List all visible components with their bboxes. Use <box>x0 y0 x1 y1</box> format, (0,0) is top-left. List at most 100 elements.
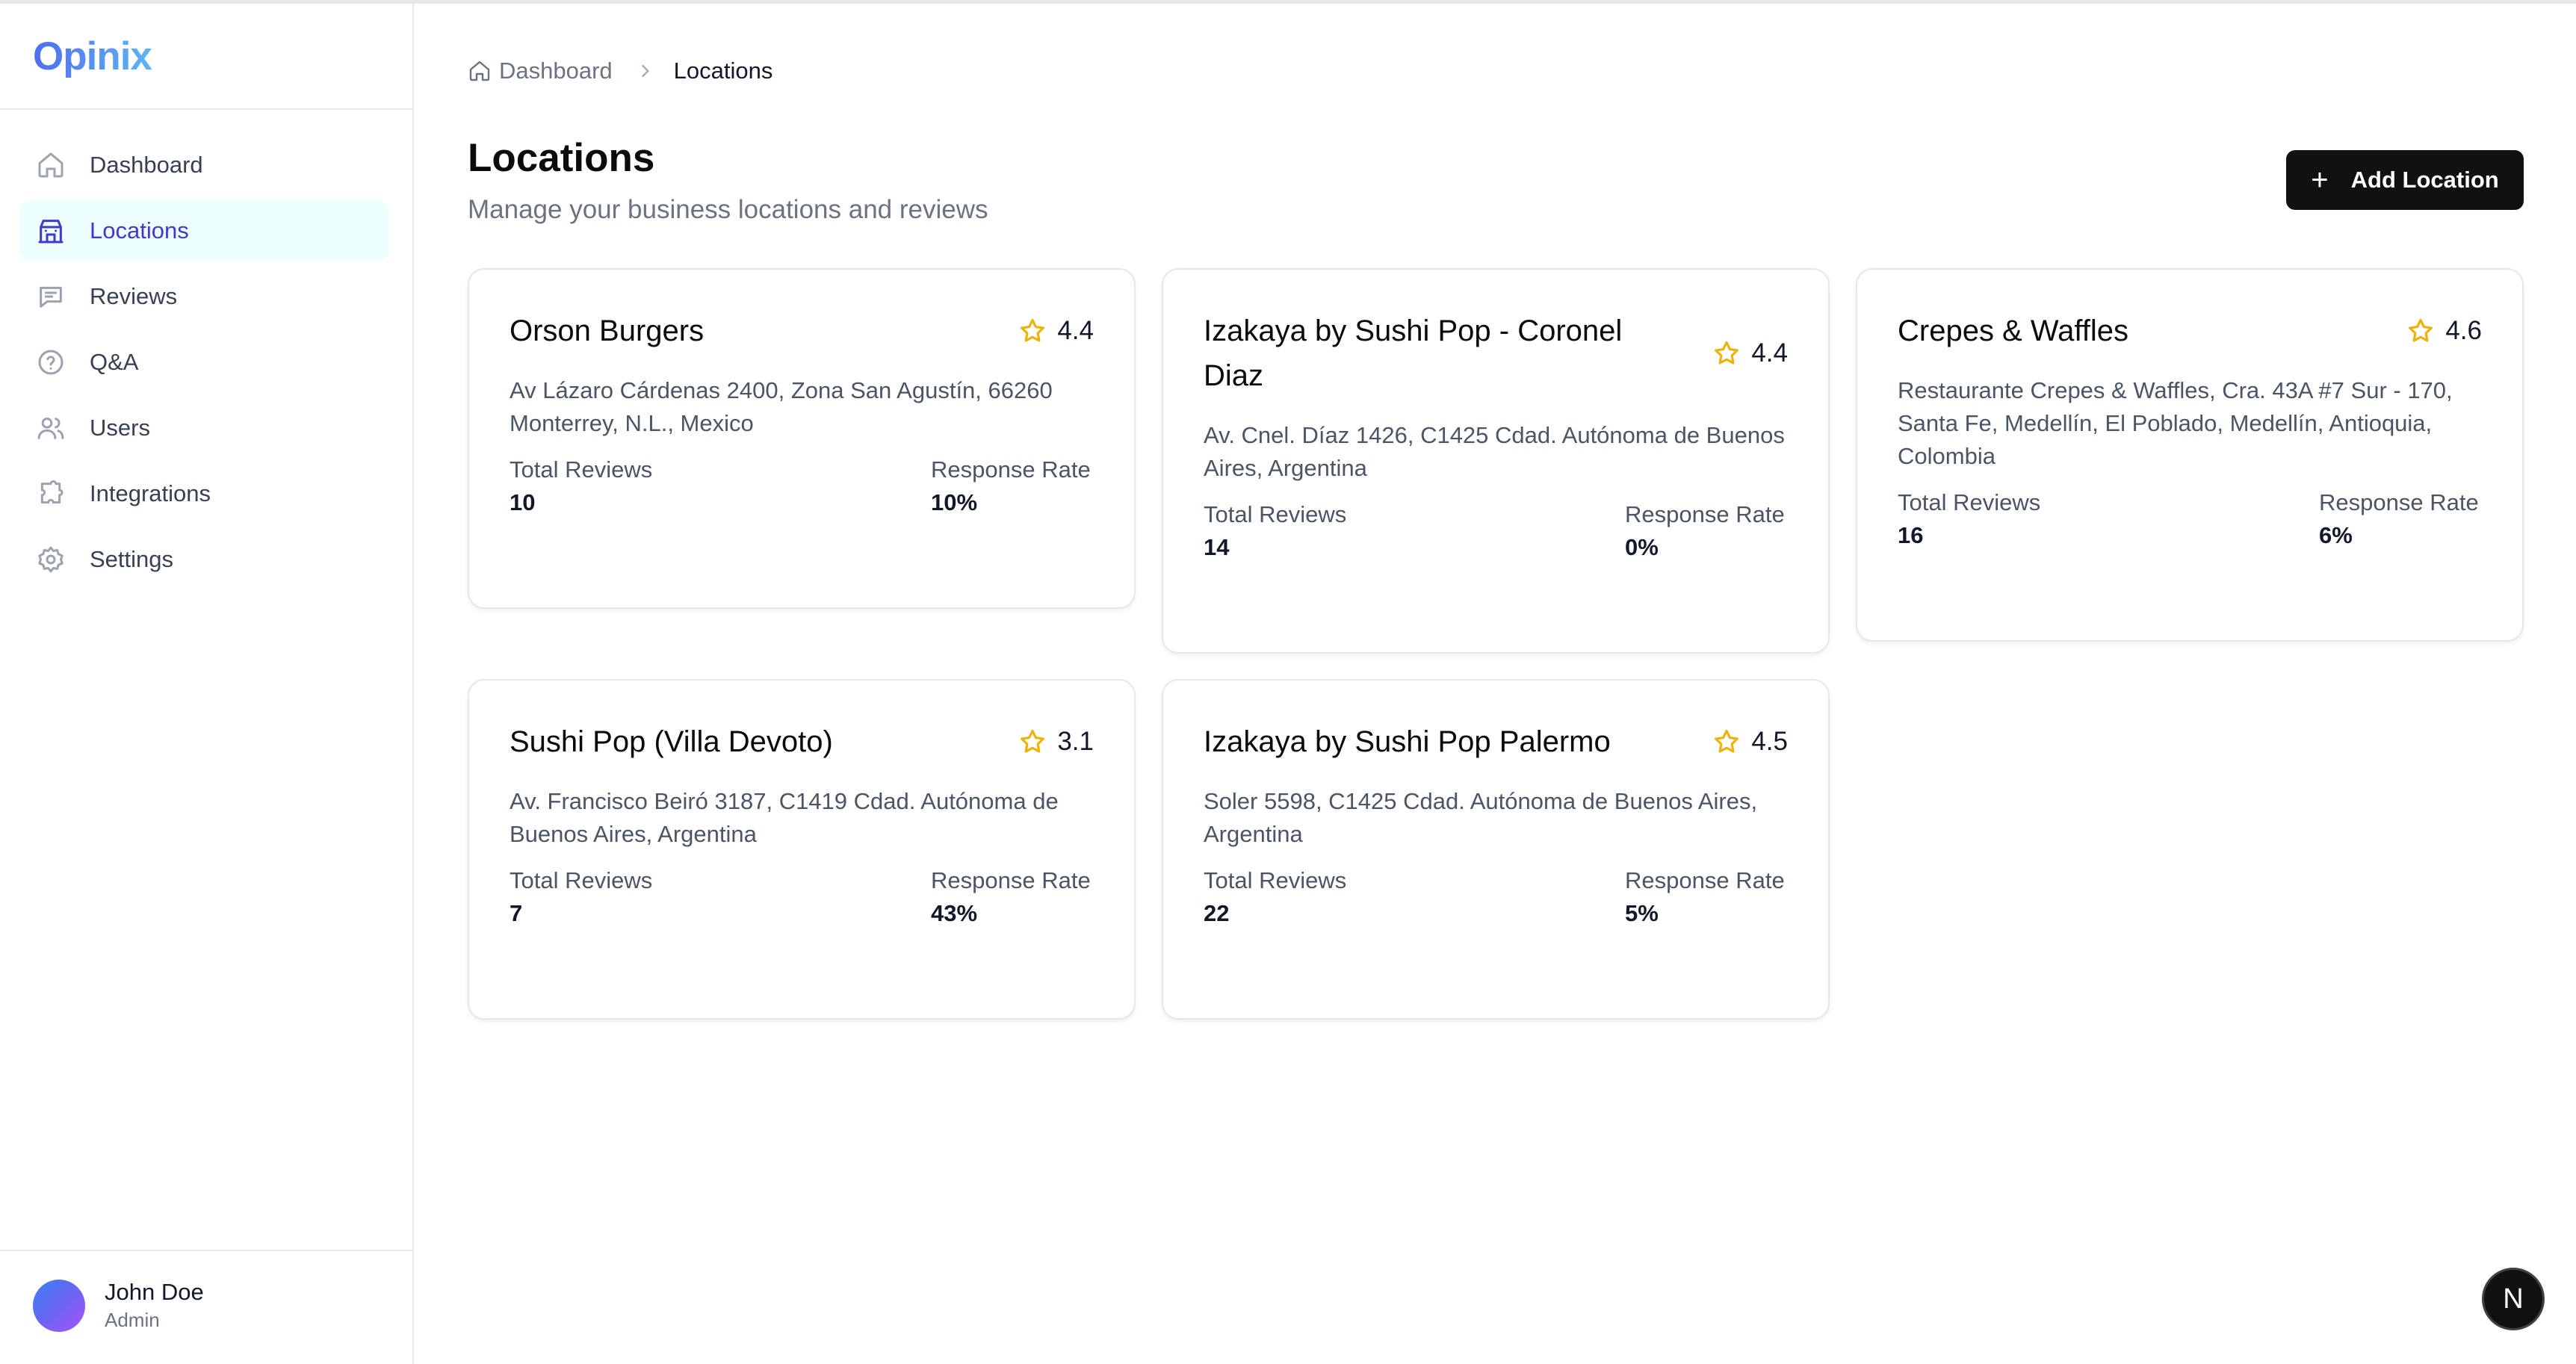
location-address: Av Lázaro Cárdenas 2400, Zona San Agustí… <box>510 377 1053 436</box>
sidebar-divider <box>0 108 412 110</box>
location-rating: 4.4 <box>1018 309 1094 353</box>
location-stats: Total Reviews 16 Response Rate 6% <box>1898 486 2482 552</box>
location-name: Orson Burgers <box>510 314 705 347</box>
location-stats: Total Reviews 7 Response Rate 43% <box>510 864 1094 930</box>
breadcrumb-home-link[interactable]: Dashboard <box>468 58 613 84</box>
star-icon <box>1715 729 1739 753</box>
sidebar-item-label: Locations <box>90 217 189 244</box>
sidebar-item-label: Users <box>90 415 150 441</box>
location-name: Sushi Pop (Villa Devoto) <box>510 725 833 758</box>
app-logo[interactable]: Opinix <box>33 34 152 79</box>
response-rate-label: Response Rate <box>931 867 1091 893</box>
sidebar-item-label: Settings <box>90 546 174 572</box>
location-name: Crepes & Waffles <box>1898 314 2129 347</box>
response-rate-value: 43% <box>931 900 978 926</box>
sidebar-item-settings[interactable]: Settings <box>19 530 388 589</box>
rating-value: 4.5 <box>1751 727 1788 756</box>
sidebar-nav: Dashboard Locations Reviews Q&A Users In… <box>19 135 388 595</box>
response-rate-value: 6% <box>2319 522 2353 548</box>
location-stats: Total Reviews 14 Response Rate 0% <box>1204 498 1788 564</box>
total-reviews-value: 16 <box>1898 522 1924 548</box>
response-rate-value: 10% <box>931 489 978 515</box>
location-rating: 4.4 <box>1712 331 1788 376</box>
sidebar-item-qa[interactable]: Q&A <box>19 332 388 392</box>
sidebar-footer-divider <box>0 1250 412 1251</box>
location-card[interactable]: Izakaya by Sushi Pop Palermo 4.5 Soler 5… <box>1162 679 1830 1020</box>
response-rate-label: Response Rate <box>2319 489 2479 515</box>
sidebar-item-integrations[interactable]: Integrations <box>19 464 388 524</box>
location-card[interactable]: Orson Burgers 4.4 Av Lázaro Cárdenas 240… <box>468 268 1136 609</box>
sidebar-item-reviews[interactable]: Reviews <box>19 267 388 326</box>
response-rate-stat: Response Rate 0% <box>1625 498 1788 564</box>
total-reviews-label: Total Reviews <box>1204 501 1347 527</box>
total-reviews-stat: Total Reviews 14 <box>1204 498 1346 564</box>
main-content: Dashboard Locations Locations Manage you… <box>414 4 2576 1364</box>
sidebar-item-label: Integrations <box>90 480 211 506</box>
response-rate-label: Response Rate <box>931 456 1091 483</box>
sidebar-item-label: Reviews <box>90 283 178 309</box>
location-name: Izakaya by Sushi Pop - Coronel Diaz <box>1204 314 1623 392</box>
location-card[interactable]: Izakaya by Sushi Pop - Coronel Diaz 4.4 … <box>1162 268 1830 654</box>
help-circle-icon <box>36 347 66 377</box>
app-window: Opinix Dashboard Locations Reviews Q&A U… <box>0 0 2576 1364</box>
total-reviews-stat: Total Reviews 22 <box>1204 864 1346 930</box>
location-rating: 4.5 <box>1712 719 1788 764</box>
chevron-right-icon <box>635 61 654 81</box>
location-card[interactable]: Crepes & Waffles 4.6 Restaurante Crepes … <box>1856 268 2524 642</box>
breadcrumb-current: Locations <box>673 58 773 84</box>
user-info: John Doe Admin <box>105 1279 204 1332</box>
response-rate-label: Response Rate <box>1625 501 1785 527</box>
response-rate-stat: Response Rate 10% <box>931 453 1094 519</box>
response-rate-stat: Response Rate 43% <box>931 864 1094 930</box>
dev-tools-badge[interactable]: N <box>2482 1268 2545 1330</box>
gear-icon <box>36 545 66 574</box>
total-reviews-label: Total Reviews <box>510 867 653 893</box>
star-icon <box>1021 729 1045 753</box>
avatar <box>33 1279 85 1332</box>
breadcrumb: Dashboard Locations <box>468 58 773 84</box>
total-reviews-stat: Total Reviews 7 <box>510 864 652 930</box>
page-subtitle: Manage your business locations and revie… <box>468 195 988 224</box>
total-reviews-stat: Total Reviews 16 <box>1898 486 2040 552</box>
rating-value: 4.4 <box>1751 338 1788 368</box>
add-location-label: Add Location <box>2350 167 2499 193</box>
total-reviews-label: Total Reviews <box>510 456 653 483</box>
user-role: Admin <box>105 1309 160 1331</box>
response-rate-value: 5% <box>1625 900 1659 926</box>
location-name: Izakaya by Sushi Pop Palermo <box>1204 725 1611 758</box>
total-reviews-label: Total Reviews <box>1898 489 2041 515</box>
response-rate-stat: Response Rate 5% <box>1625 864 1788 930</box>
location-address: Av. Cnel. Díaz 1426, C1425 Cdad. Autónom… <box>1204 422 1785 481</box>
total-reviews-value: 22 <box>1204 900 1230 926</box>
sidebar-item-users[interactable]: Users <box>19 398 388 458</box>
plus-icon: + <box>2311 164 2329 196</box>
total-reviews-value: 10 <box>510 489 536 515</box>
star-icon <box>1021 318 1045 342</box>
puzzle-icon <box>36 479 66 509</box>
location-card[interactable]: Sushi Pop (Villa Devoto) 3.1 Av. Francis… <box>468 679 1136 1020</box>
location-stats: Total Reviews 10 Response Rate 10% <box>510 453 1094 519</box>
location-rating: 4.6 <box>2406 309 2482 353</box>
location-address: Soler 5598, C1425 Cdad. Autónoma de Buen… <box>1204 788 1758 847</box>
sidebar-item-label: Dashboard <box>90 152 203 178</box>
location-address: Av. Francisco Beiró 3187, C1419 Cdad. Au… <box>510 788 1059 847</box>
total-reviews-value: 7 <box>510 900 523 926</box>
sidebar-item-dashboard[interactable]: Dashboard <box>19 135 388 195</box>
page-title: Locations <box>468 136 655 180</box>
response-rate-value: 0% <box>1625 534 1659 560</box>
users-icon <box>36 413 66 443</box>
message-icon <box>36 282 66 311</box>
sidebar-item-label: Q&A <box>90 349 139 375</box>
total-reviews-label: Total Reviews <box>1204 867 1347 893</box>
add-location-button[interactable]: + Add Location <box>2286 150 2524 210</box>
breadcrumb-home-label: Dashboard <box>499 58 613 84</box>
total-reviews-stat: Total Reviews 10 <box>510 453 652 519</box>
sidebar-item-locations[interactable]: Locations <box>19 201 388 261</box>
response-rate-label: Response Rate <box>1625 867 1785 893</box>
user-name: John Doe <box>105 1279 204 1305</box>
location-rating: 3.1 <box>1018 719 1094 764</box>
home-icon <box>36 150 66 180</box>
user-profile[interactable]: John Doe Admin <box>33 1279 204 1332</box>
rating-value: 4.4 <box>1057 316 1094 345</box>
rating-value: 3.1 <box>1057 727 1094 756</box>
